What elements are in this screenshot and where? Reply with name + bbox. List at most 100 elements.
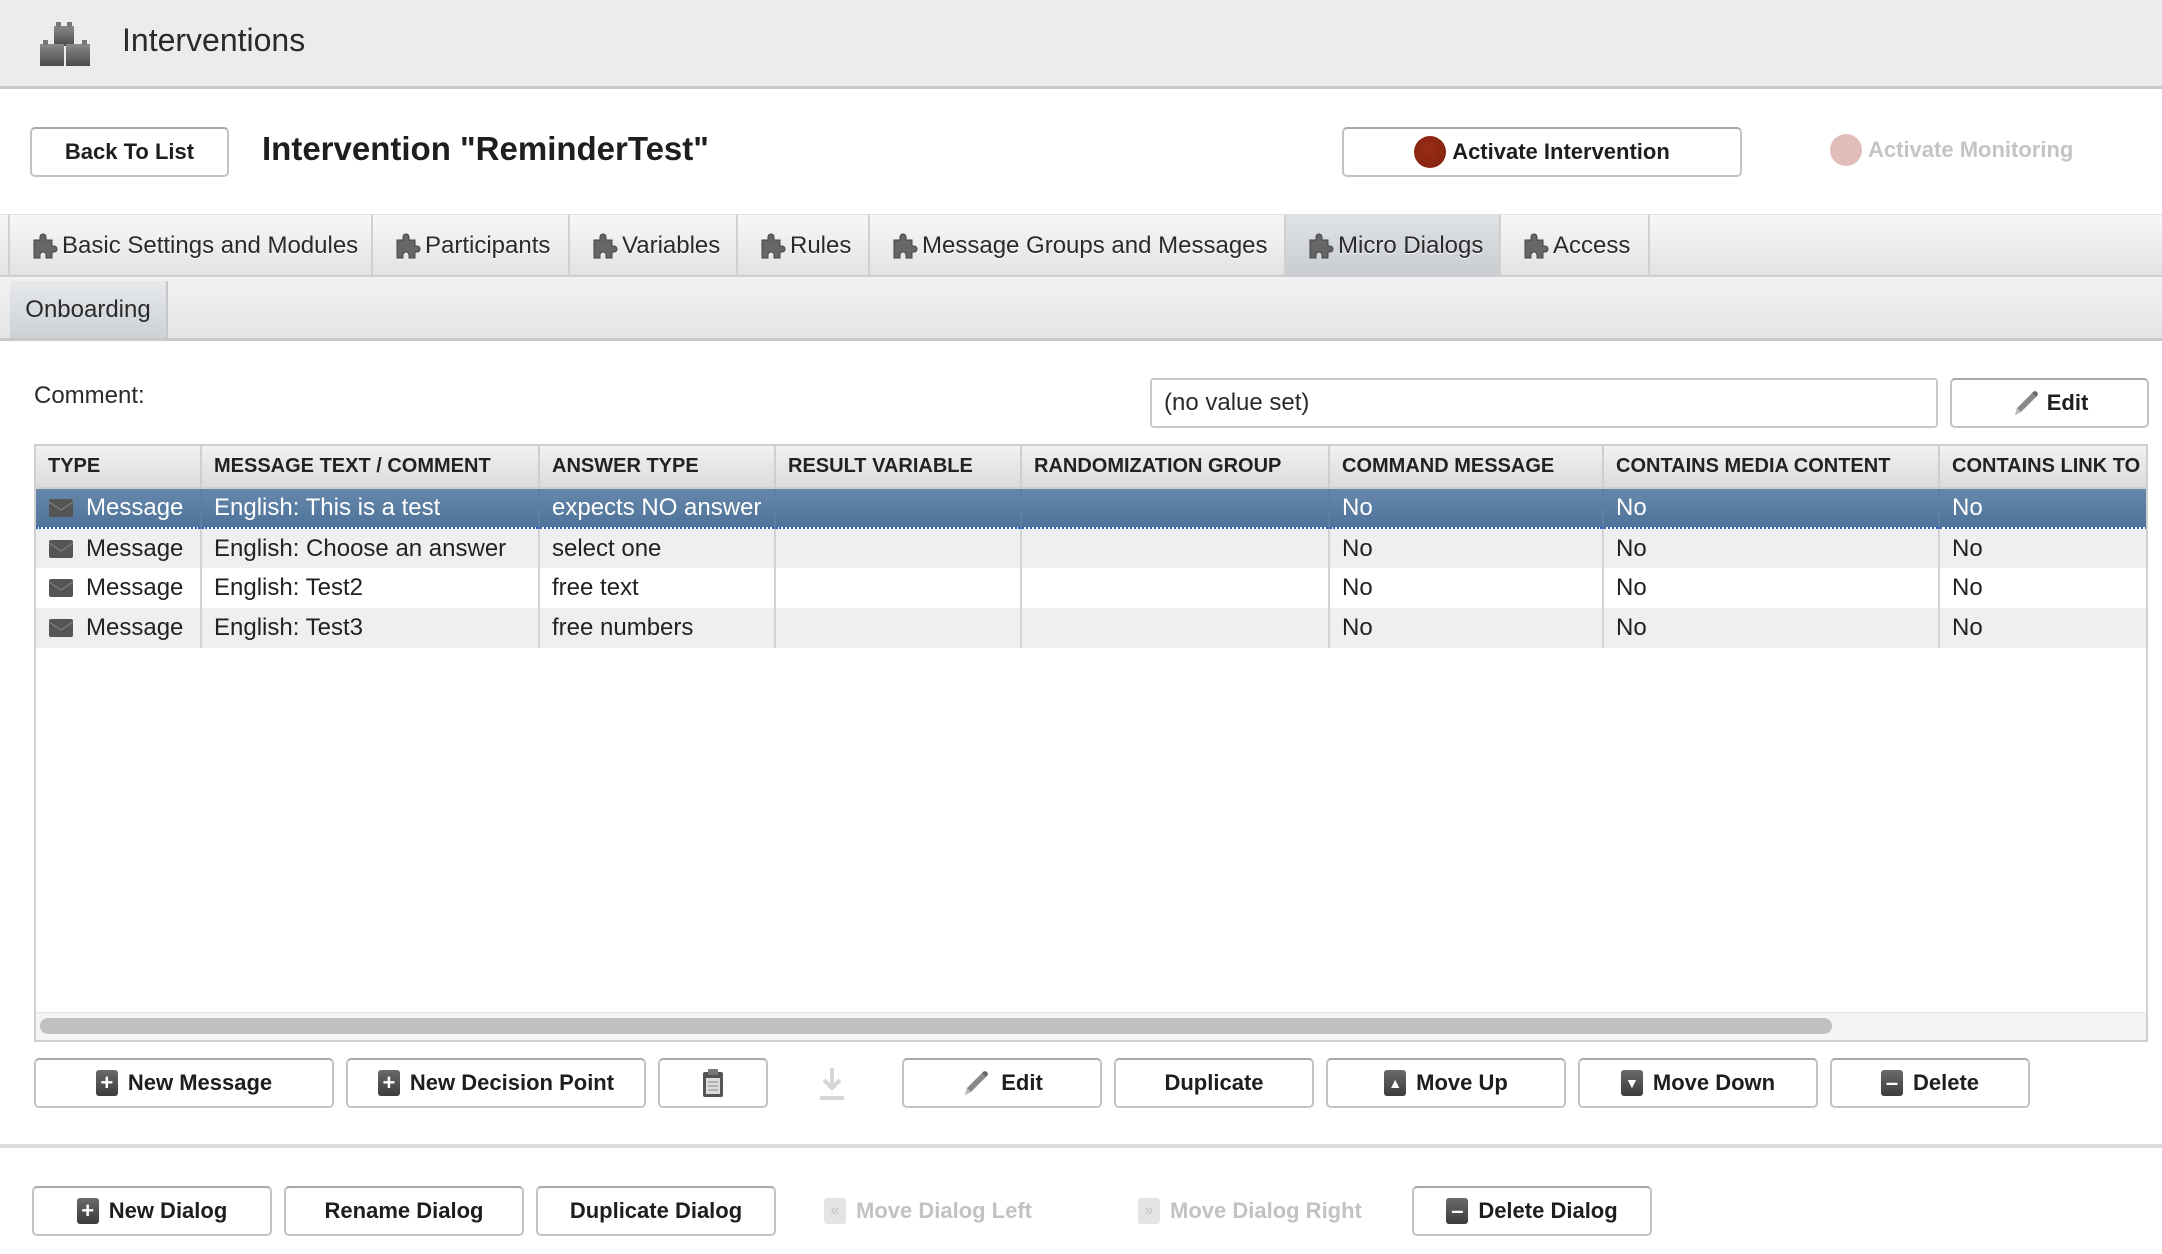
delete-button[interactable]: – Delete	[1830, 1058, 2030, 1108]
plus-icon: +	[95, 1070, 118, 1096]
contains-link-cell: No	[1939, 568, 2146, 608]
table-row[interactable]: Message English: Test3 free numbers No N…	[36, 608, 2146, 648]
envelope-icon	[48, 619, 74, 637]
tab-rules[interactable]: Rules	[738, 215, 870, 276]
edit-comment-button[interactable]: Edit	[1950, 378, 2149, 428]
answer-type-cell: free numbers	[539, 608, 776, 648]
new-message-button[interactable]: + New Message	[34, 1058, 334, 1108]
move-up-label: Move Up	[1416, 1070, 1508, 1095]
move-down-button[interactable]: ▼ Move Down	[1578, 1058, 1818, 1108]
new-dialog-button[interactable]: + New Dialog	[32, 1186, 272, 1236]
dialog-tabs: Onboarding	[0, 277, 2162, 341]
type-value: Message	[86, 494, 184, 521]
chevron-up-icon: ▲	[1384, 1070, 1407, 1096]
tab-onboarding[interactable]: Onboarding	[10, 281, 168, 338]
media-content-cell: No	[1603, 487, 1940, 529]
envelope-icon	[48, 579, 74, 597]
tab-variables[interactable]: Variables	[570, 215, 738, 276]
type-value: Message	[86, 614, 184, 641]
answer-type-cell: free text	[539, 568, 776, 608]
delete-dialog-button[interactable]: – Delete Dialog	[1412, 1186, 1652, 1236]
command-message-cell: No	[1329, 568, 1604, 608]
type-cell: Message	[36, 568, 202, 608]
type-cell: Message	[36, 487, 202, 529]
rename-dialog-label: Rename Dialog	[324, 1198, 484, 1223]
tab-access[interactable]: Access	[1501, 215, 1650, 276]
duplicate-dialog-label: Duplicate Dialog	[569, 1198, 743, 1223]
chevron-down-icon: ▼	[1620, 1070, 1643, 1096]
column-header-randomization-group[interactable]: RANDOMIZATION GROUP	[1021, 446, 1330, 489]
tab-label: Message Groups and Messages	[922, 231, 1268, 259]
move-dialog-left-button[interactable]: « Move Dialog Left	[824, 1186, 1064, 1236]
table-header-row: TYPE MESSAGE TEXT / COMMENT ANSWER TYPE …	[36, 446, 2146, 489]
messages-table: TYPE MESSAGE TEXT / COMMENT ANSWER TYPE …	[34, 444, 2148, 1042]
column-header-result-variable[interactable]: RESULT VARIABLE	[775, 446, 1022, 489]
pencil-icon	[2014, 391, 2038, 415]
column-header-media-content[interactable]: CONTAINS MEDIA CONTENT	[1603, 446, 1940, 489]
answer-type-cell: expects NO answer	[539, 487, 776, 529]
command-message-cell: No	[1329, 487, 1604, 529]
table-row[interactable]: Message English: Choose an answer select…	[36, 528, 2146, 568]
main-tabs: Basic Settings and Modules Participants …	[0, 214, 2162, 277]
table-row[interactable]: Message English: This is a test expects …	[36, 487, 2146, 529]
plus-icon: +	[377, 1070, 400, 1096]
move-dialog-right-button[interactable]: » Move Dialog Right	[1138, 1186, 1398, 1236]
tab-label: Micro Dialogs	[1338, 231, 1484, 259]
new-decision-point-button[interactable]: + New Decision Point	[346, 1058, 646, 1108]
duplicate-dialog-button[interactable]: Duplicate Dialog	[536, 1186, 776, 1236]
table-row[interactable]: Message English: Test2 free text No No N…	[36, 568, 2146, 608]
puzzle-icon	[1524, 233, 1549, 258]
tab-participants[interactable]: Participants	[373, 215, 570, 276]
rename-dialog-button[interactable]: Rename Dialog	[284, 1186, 524, 1236]
column-header-type[interactable]: TYPE	[36, 446, 202, 489]
edit-label: Edit	[2046, 390, 2089, 415]
tab-message-groups[interactable]: Message Groups and Messages	[870, 215, 1286, 276]
message-text-cell: English: Choose an answer	[201, 528, 540, 568]
message-text-cell: English: Test2	[201, 568, 540, 608]
tab-label: Rules	[790, 231, 852, 259]
status-dot-icon	[1414, 136, 1447, 168]
delete-label: Delete	[1912, 1070, 1980, 1095]
puzzle-icon	[893, 233, 918, 258]
type-value: Message	[86, 574, 184, 601]
back-to-list-button[interactable]: Back To List	[30, 127, 229, 177]
command-message-cell: No	[1329, 528, 1604, 568]
tab-micro-dialogs[interactable]: Micro Dialogs	[1286, 215, 1501, 276]
move-up-button[interactable]: ▲ Move Up	[1326, 1058, 1566, 1108]
randomization-group-cell	[1021, 568, 1330, 608]
edit-message-button[interactable]: Edit	[902, 1058, 1102, 1108]
tab-label: Access	[1553, 231, 1631, 259]
result-variable-cell	[775, 608, 1022, 648]
activate-monitoring-button[interactable]: Activate Monitoring	[1830, 134, 2073, 166]
media-content-cell: No	[1603, 568, 1940, 608]
tab-basic-settings[interactable]: Basic Settings and Modules	[8, 215, 373, 276]
command-message-cell: No	[1329, 608, 1604, 648]
move-dialog-right-label: Move Dialog Right	[1170, 1198, 1362, 1223]
column-header-command-message[interactable]: COMMAND MESSAGE	[1329, 446, 1604, 489]
duplicate-label: Duplicate	[1164, 1070, 1264, 1095]
column-header-contains-link[interactable]: CONTAINS LINK TO S	[1939, 446, 2146, 489]
double-chevron-left-icon: «	[824, 1198, 846, 1224]
column-header-message-text[interactable]: MESSAGE TEXT / COMMENT	[201, 446, 540, 489]
duplicate-button[interactable]: Duplicate	[1114, 1058, 1314, 1108]
blocks-icon	[40, 22, 90, 66]
puzzle-icon	[761, 233, 786, 258]
horizontal-scrollbar-thumb[interactable]	[40, 1018, 1832, 1034]
comment-field[interactable]: (no value set)	[1150, 378, 1938, 428]
tab-label: Basic Settings and Modules	[62, 231, 359, 259]
page-title: Intervention "ReminderTest"	[262, 130, 709, 167]
edit-label: Edit	[1001, 1070, 1043, 1095]
message-text-cell: English: This is a test	[201, 487, 540, 529]
tab-label: Participants	[425, 231, 551, 259]
delete-dialog-label: Delete Dialog	[1478, 1198, 1618, 1223]
contains-link-cell: No	[1939, 487, 2146, 529]
media-content-cell: No	[1603, 528, 1940, 568]
plus-icon: +	[76, 1198, 99, 1224]
puzzle-icon	[396, 233, 421, 258]
app-header: Interventions	[0, 0, 2162, 89]
app-title: Interventions	[122, 22, 306, 58]
column-header-answer-type[interactable]: ANSWER TYPE	[539, 446, 776, 489]
clipboard-icon	[703, 1069, 723, 1097]
paste-button[interactable]	[658, 1058, 768, 1108]
activate-intervention-button[interactable]: Activate Intervention	[1342, 127, 1742, 177]
